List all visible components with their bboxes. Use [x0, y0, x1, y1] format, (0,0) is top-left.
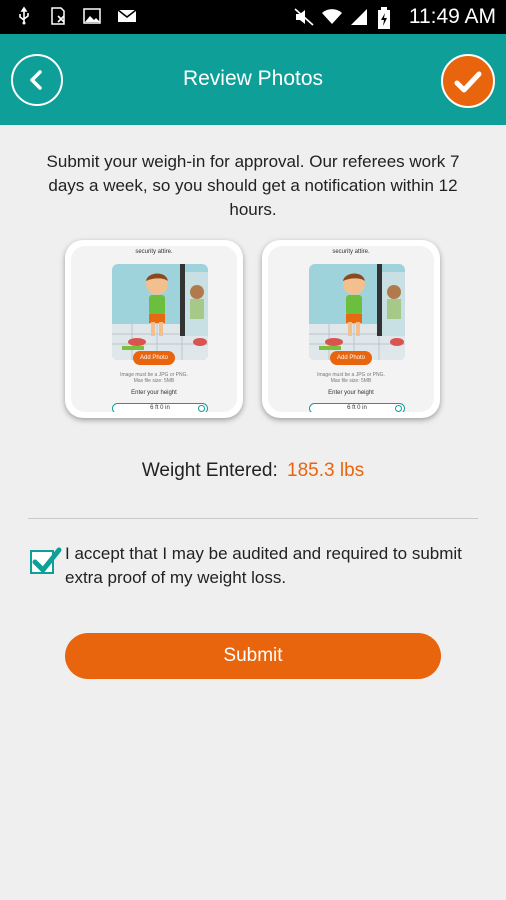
signal-icon: [349, 7, 369, 27]
height-label: Enter your height: [328, 390, 374, 396]
add-photo-button[interactable]: Add Photo: [330, 351, 372, 365]
page-title: Review Photos: [182, 67, 324, 90]
battery-icon: [377, 7, 397, 29]
header-bar: Review Photos: [0, 34, 506, 125]
sim-icon: [48, 6, 68, 26]
confirm-button[interactable]: [441, 54, 495, 108]
accept-checkbox[interactable]: [30, 547, 62, 574]
weight-summary: Weight Entered: 185.3 lbs: [0, 460, 506, 482]
usb-icon: [14, 6, 34, 26]
card-caption: security attire.: [135, 249, 173, 255]
weight-label: Weight Entered:: [141, 460, 278, 481]
mail-icon: [116, 6, 137, 26]
checkmark-icon: [454, 71, 482, 93]
card-caption: security attire.: [332, 249, 370, 255]
accept-label[interactable]: I accept that I may be audited and requi…: [65, 542, 465, 590]
divider: [28, 518, 478, 519]
height-label: Enter your height: [131, 390, 177, 396]
file-requirements-note: Image must be a JPG or PNG. Max file siz…: [317, 372, 385, 384]
height-select[interactable]: 6 ft 0 in: [112, 403, 208, 412]
image-icon: [82, 6, 102, 26]
intro-text: Submit your weigh-in for approval. Our r…: [46, 152, 460, 219]
checkmark-icon: [32, 547, 62, 573]
wifi-icon: [321, 7, 342, 27]
file-requirements-note: Image must be a JPG or PNG. Max file siz…: [120, 372, 188, 384]
weight-value: 185.3 lbs: [287, 460, 365, 481]
photo-card[interactable]: security attire. Add Photo Image must be…: [262, 240, 440, 418]
status-time: 11:49 AM: [408, 5, 496, 28]
chevron-down-icon: [198, 405, 205, 412]
status-bar: 11:49 AM: [0, 0, 506, 34]
chevron-down-icon: [395, 405, 402, 412]
add-photo-button[interactable]: Add Photo: [133, 351, 175, 365]
photo-illustration: [112, 264, 208, 360]
height-select[interactable]: 6 ft 0 in: [309, 403, 405, 412]
photo-illustration: [309, 264, 405, 360]
mute-icon: [293, 7, 314, 27]
submit-button[interactable]: Submit: [65, 633, 441, 679]
photo-card[interactable]: security attire. Add Photo Image must be…: [65, 240, 243, 418]
